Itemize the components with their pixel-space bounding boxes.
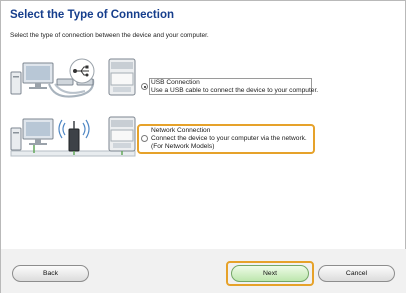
computer-icon bbox=[10, 62, 54, 95]
cancel-button[interactable]: Cancel bbox=[318, 265, 395, 282]
network-connection-radio[interactable] bbox=[141, 135, 148, 142]
wizard-window: Select the Type of Connection Select the… bbox=[0, 0, 406, 293]
printer-icon bbox=[108, 58, 136, 96]
back-button[interactable]: Back bbox=[12, 265, 89, 282]
network-connection-option[interactable]: Network Connection Connect the device to… bbox=[151, 127, 313, 153]
instruction-text: Select the type of connection between th… bbox=[10, 32, 209, 39]
network-option-description: Connect the device to your computer via … bbox=[151, 135, 307, 142]
usb-connection-option[interactable]: USB Connection Use a USB cable to connec… bbox=[151, 79, 319, 97]
usb-option-description: Use a USB cable to connect the device to… bbox=[151, 87, 319, 94]
usb-connection-radio[interactable] bbox=[141, 83, 148, 90]
computer-icon bbox=[10, 118, 54, 151]
network-connection-illustration bbox=[10, 116, 136, 157]
usb-connection-illustration bbox=[10, 58, 136, 98]
next-button[interactable]: Next bbox=[231, 265, 309, 282]
printer-icon bbox=[108, 116, 136, 152]
usb-option-title: USB Connection bbox=[151, 79, 200, 86]
network-option-note: (For Network Models) bbox=[151, 143, 215, 150]
wireless-router-icon bbox=[58, 119, 90, 152]
network-option-title: Network Connection bbox=[151, 127, 211, 134]
page-title: Select the Type of Connection bbox=[10, 9, 174, 21]
